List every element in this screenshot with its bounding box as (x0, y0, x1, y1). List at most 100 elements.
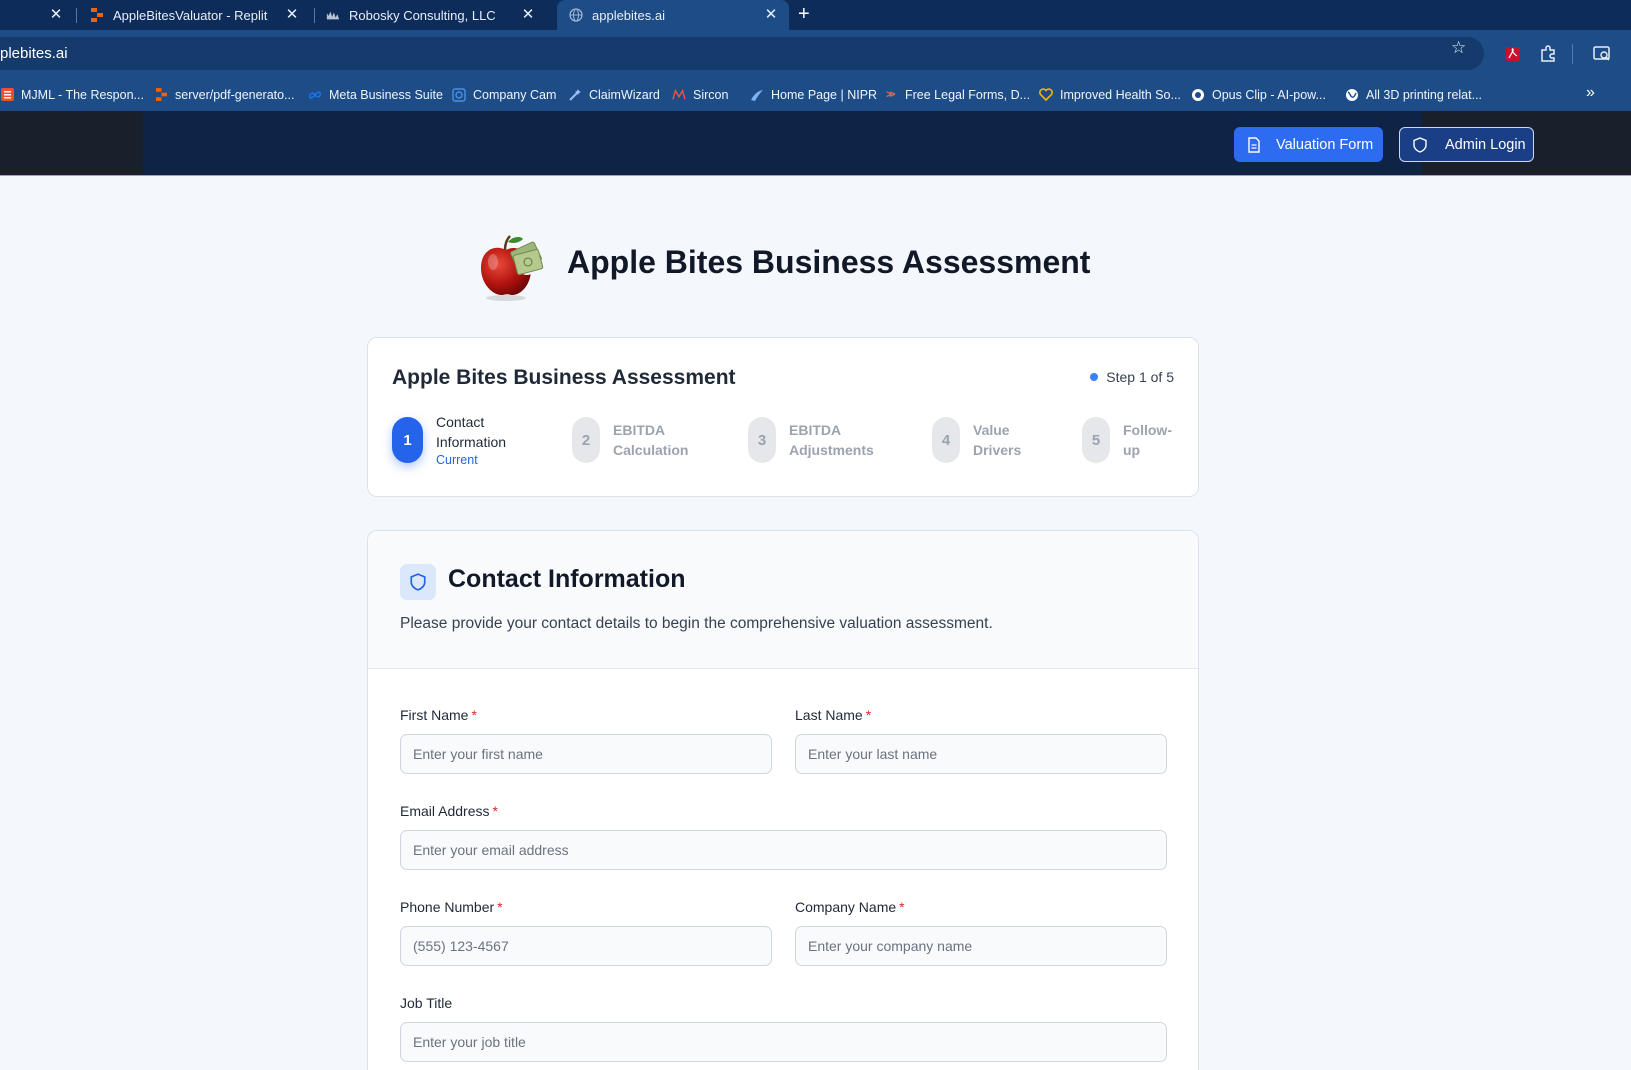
bookmark-item[interactable]: MJML - The Respon... (0, 78, 144, 111)
browser-tab-3[interactable]: applebites.ai ✕ (557, 0, 789, 30)
close-icon[interactable]: ✕ (284, 6, 300, 24)
more-bookmarks-chevron-icon[interactable]: » (1586, 84, 1595, 102)
browser-tab-1[interactable]: AppleBitesValuator - Replit ✕ (90, 0, 310, 30)
bookmark-label: Sircon (693, 87, 729, 102)
step-number: 5 (1082, 417, 1110, 463)
search-tabs-icon[interactable] (1592, 44, 1612, 64)
email-label: Email Address * (400, 803, 498, 819)
step-ebitda-calculation[interactable]: 2 EBITDA Calculation (572, 417, 703, 463)
label-text: Job Title (400, 995, 453, 1011)
step-indicator: Step 1 of 5 (1090, 369, 1174, 385)
company-label: Company Name * (795, 899, 905, 915)
url-field[interactable]: plebites.ai (0, 37, 1484, 70)
bookmark-star-icon[interactable]: ☆ (1451, 38, 1466, 58)
replit-icon (90, 8, 104, 22)
shield-icon (1413, 136, 1429, 153)
job-title-label: Job Title (400, 995, 452, 1011)
step-label: EBITDA Calculation (613, 422, 689, 458)
opus-clip-icon (1191, 88, 1205, 102)
bookmark-label: Opus Clip - AI-pow... (1212, 87, 1326, 102)
step-number: 4 (932, 417, 960, 463)
required-marker: * (899, 899, 905, 915)
required-marker: * (471, 707, 477, 723)
bookmark-item[interactable]: All 3D printing relat... (1345, 78, 1482, 111)
phone-label: Phone Number * (400, 899, 503, 915)
contact-form-card: Contact Information Please provide your … (367, 530, 1199, 1070)
label-text: Email Address (400, 803, 490, 819)
bookmark-label: Free Legal Forms, D... (905, 87, 1031, 102)
bookmark-item[interactable]: Meta Business Suite (308, 78, 443, 111)
browser-tab-bar: ✕ AppleBitesValuator - Replit ✕ Robosky … (0, 0, 1631, 30)
step-dot-icon (1090, 373, 1099, 381)
phone-input[interactable] (400, 926, 772, 966)
bookmark-item[interactable]: Opus Clip - AI-pow... (1191, 78, 1326, 111)
brand-heading: Apple Bites Business Assessment (475, 232, 1095, 302)
globe-icon (569, 8, 583, 22)
mjml-icon (0, 88, 14, 102)
bookmark-item[interactable]: Company Cam (452, 78, 556, 111)
admin-login-button[interactable]: Admin Login (1399, 127, 1534, 162)
bookmark-item[interactable]: Sircon (672, 78, 728, 111)
sircon-icon (672, 88, 686, 102)
document-icon (1246, 136, 1262, 153)
page-title: Apple Bites Business Assessment (567, 244, 1091, 280)
step-contact-information[interactable]: 1 Contact Information Current (392, 414, 536, 467)
required-marker: * (865, 707, 872, 723)
step-number: 2 (572, 417, 600, 463)
apple-logo (475, 232, 545, 302)
bookmark-label: Meta Business Suite (329, 87, 443, 102)
extensions-puzzle-icon[interactable] (1538, 44, 1558, 64)
browser-tab-2[interactable]: Robosky Consulting, LLC ✕ (326, 0, 546, 30)
toolbar-separator (1572, 44, 1573, 64)
bookmark-label: Home Page | NIPR (771, 87, 878, 102)
browser-tab-0[interactable]: ✕ (0, 0, 74, 30)
legal-forms-icon: ≫ (886, 89, 896, 99)
step-label: Value Drivers (973, 422, 1022, 458)
globe-icon (1345, 88, 1359, 102)
camera-icon (452, 87, 466, 102)
step-value-drivers[interactable]: 4 Value Drivers (932, 417, 1033, 463)
tab-separator (76, 8, 77, 23)
meta-icon (308, 88, 322, 102)
wand-icon (568, 88, 582, 102)
required-marker: * (497, 899, 503, 915)
replit-icon (154, 88, 168, 102)
step-indicator-text: Step 1 of 5 (1106, 369, 1174, 385)
bookmark-item[interactable]: Home Page | NIPR (750, 78, 877, 111)
company-input[interactable] (795, 926, 1167, 966)
valuation-form-button[interactable]: Valuation Form (1234, 127, 1383, 162)
url-text: plebites.ai (0, 45, 68, 62)
tab-separator (314, 8, 315, 23)
bookmark-label: MJML - The Respon... (21, 87, 144, 102)
job-title-input[interactable] (400, 1022, 1167, 1062)
step-ebitda-adjustments[interactable]: 3 EBITDA Adjustments (748, 417, 889, 463)
form-header: Contact Information Please provide your … (368, 531, 1198, 669)
bookmark-item[interactable]: server/pdf-generato... (154, 78, 295, 111)
tab-title: Robosky Consulting, LLC (349, 7, 496, 23)
step-label: Follow-up (1123, 422, 1172, 458)
bookmark-item[interactable]: ≫ Free Legal Forms, D... (884, 78, 1030, 111)
email-input[interactable] (400, 830, 1167, 870)
new-tab-plus-icon[interactable]: + (798, 2, 810, 26)
first-name-input[interactable] (400, 734, 772, 774)
step-label: EBITDA Adjustments (789, 422, 874, 458)
valuation-form-label: Valuation Form (1276, 136, 1374, 153)
close-icon[interactable]: ✕ (48, 6, 64, 24)
bookmark-item[interactable]: Improved Health So... (1039, 78, 1181, 111)
bookmark-item[interactable]: ClaimWizard (568, 78, 660, 111)
pdf-extension-icon[interactable] (1503, 44, 1523, 64)
bookmark-label: Improved Health So... (1060, 87, 1181, 102)
tab-title: AppleBitesValuator - Replit (113, 7, 268, 23)
step-number: 1 (392, 417, 423, 463)
close-icon[interactable]: ✕ (763, 6, 779, 24)
required-marker: * (492, 803, 498, 819)
step-follow-up[interactable]: 5 Follow-up (1082, 417, 1175, 463)
last-name-label: Last Name * (795, 707, 871, 723)
browser-toolbar: plebites.ai ☆ (0, 30, 1631, 78)
close-icon[interactable]: ✕ (520, 6, 536, 24)
last-name-input[interactable] (795, 734, 1167, 774)
nipr-icon (750, 88, 764, 102)
first-name-label: First Name * (400, 707, 477, 723)
admin-login-label: Admin Login (1445, 136, 1526, 153)
site-header-container: Valuation Form Admin Login (143, 111, 1534, 175)
